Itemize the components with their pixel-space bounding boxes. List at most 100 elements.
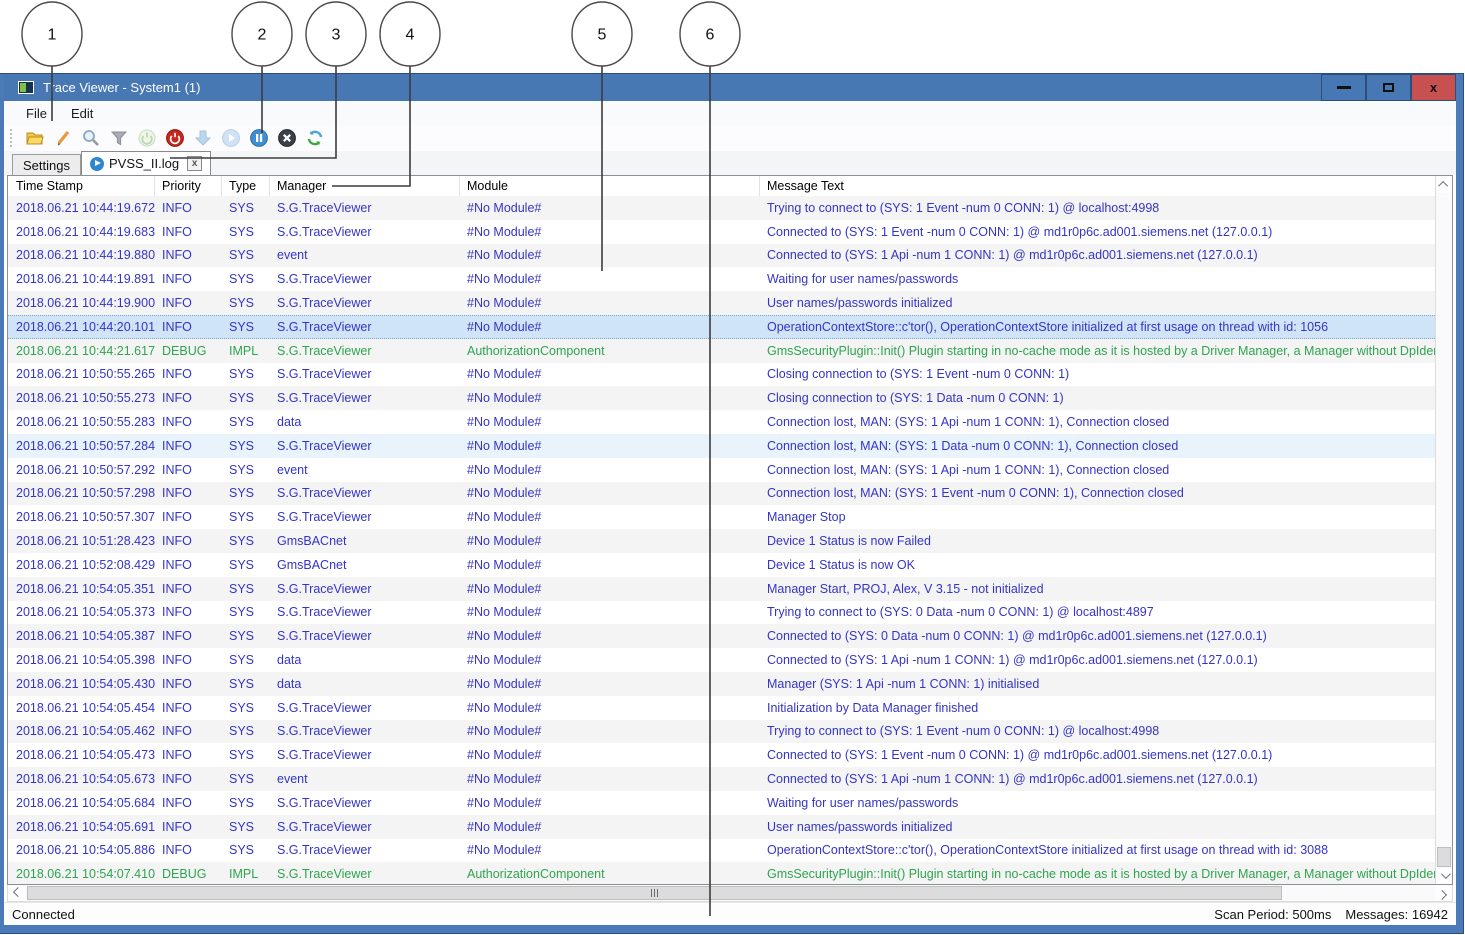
table-row[interactable]: 2018.06.21 10:54:05.684INFOSYSS.G.TraceV… <box>8 791 1435 815</box>
cell-priority: INFO <box>155 653 222 667</box>
col-header-priority[interactable]: Priority <box>155 176 222 196</box>
col-header-timestamp[interactable]: Time Stamp <box>8 176 155 196</box>
maximize-button[interactable] <box>1366 74 1411 101</box>
horizontal-scroll-thumb[interactable] <box>27 886 1282 900</box>
table-row[interactable]: 2018.06.21 10:44:19.683INFOSYSS.G.TraceV… <box>8 220 1435 244</box>
menu-file[interactable]: File <box>26 106 47 121</box>
stop-button[interactable] <box>164 128 185 149</box>
pause-button[interactable] <box>248 128 269 149</box>
table-row[interactable]: 2018.06.21 10:44:19.672INFOSYSS.G.TraceV… <box>8 196 1435 220</box>
edit-button[interactable] <box>52 128 73 149</box>
table-row[interactable]: 2018.06.21 10:50:55.265INFOSYSS.G.TraceV… <box>8 363 1435 387</box>
table-row[interactable]: 2018.06.21 10:54:05.691INFOSYSS.G.TraceV… <box>8 815 1435 839</box>
cell-manager: S.G.TraceViewer <box>270 582 460 596</box>
cell-message: Manager Stop <box>760 510 1435 524</box>
table-row[interactable]: 2018.06.21 10:54:05.351INFOSYSS.G.TraceV… <box>8 577 1435 601</box>
cell-message: Manager Start, PROJ, Alex, V 3.15 - not … <box>760 582 1435 596</box>
power-on-icon <box>137 128 157 148</box>
vertical-scrollbar[interactable] <box>1435 176 1452 884</box>
table-row[interactable]: 2018.06.21 10:54:05.454INFOSYSS.G.TraceV… <box>8 696 1435 720</box>
refresh-icon <box>305 128 325 148</box>
table-row[interactable]: 2018.06.21 10:50:57.298INFOSYSS.G.TraceV… <box>8 482 1435 506</box>
cell-message: Connected to (SYS: 0 Data -num 0 CONN: 1… <box>760 629 1435 643</box>
cell-type: SYS <box>222 225 270 239</box>
table-row[interactable]: 2018.06.21 10:54:07.410DEBUGIMPLS.G.Trac… <box>8 862 1435 884</box>
clear-button[interactable] <box>276 128 297 149</box>
cell-message: Manager (SYS: 1 Api -num 1 CONN: 1) init… <box>760 677 1435 691</box>
titlebar[interactable]: Trace Viewer - System1 (1) x <box>4 74 1456 101</box>
table-row[interactable]: 2018.06.21 10:44:19.891INFOSYSS.G.TraceV… <box>8 267 1435 291</box>
cell-message: User names/passwords initialized <box>760 296 1435 310</box>
trace-viewer-window: Trace Viewer - System1 (1) x File Edit <box>0 74 1463 933</box>
cell-module: #No Module# <box>460 605 760 619</box>
table-row[interactable]: 2018.06.21 10:50:55.283INFOSYSdata#No Mo… <box>8 410 1435 434</box>
table-row[interactable]: 2018.06.21 10:50:57.292INFOSYSevent#No M… <box>8 458 1435 482</box>
table-row[interactable]: 2018.06.21 10:50:57.307INFOSYSS.G.TraceV… <box>8 505 1435 529</box>
scroll-right-arrow[interactable] <box>1435 885 1452 901</box>
col-header-manager[interactable]: Manager <box>270 176 460 196</box>
table-row[interactable]: 2018.06.21 10:44:20.101INFOSYSS.G.TraceV… <box>8 315 1435 339</box>
vertical-scroll-track[interactable] <box>1436 193 1452 867</box>
cell-message: Connection lost, MAN: (SYS: 1 Api -num 1… <box>760 463 1435 477</box>
col-header-type[interactable]: Type <box>222 176 270 196</box>
cell-type: SYS <box>222 296 270 310</box>
cell-priority: INFO <box>155 510 222 524</box>
toolbar <box>4 125 1456 151</box>
search-button[interactable] <box>80 128 101 149</box>
table-row[interactable]: 2018.06.21 10:44:21.617DEBUGIMPLS.G.Trac… <box>8 339 1435 363</box>
table-row[interactable]: 2018.06.21 10:54:05.673INFOSYSevent#No M… <box>8 767 1435 791</box>
vertical-scroll-thumb[interactable] <box>1437 847 1451 867</box>
minimize-button[interactable] <box>1321 74 1366 101</box>
table-row[interactable]: 2018.06.21 10:44:19.900INFOSYSS.G.TraceV… <box>8 291 1435 315</box>
window-title: Trace Viewer - System1 (1) <box>43 80 201 95</box>
col-header-message[interactable]: Message Text <box>760 176 1435 196</box>
table-row[interactable]: 2018.06.21 10:51:28.423INFOSYSGmsBACnet#… <box>8 529 1435 553</box>
col-header-module[interactable]: Module <box>460 176 760 196</box>
open-icon <box>25 128 45 148</box>
scroll-down-button[interactable] <box>192 128 213 149</box>
table-row[interactable]: 2018.06.21 10:54:05.373INFOSYSS.G.TraceV… <box>8 601 1435 625</box>
table-row[interactable]: 2018.06.21 10:54:05.398INFOSYSdata#No Mo… <box>8 648 1435 672</box>
horizontal-scrollbar[interactable] <box>7 885 1453 902</box>
table-row[interactable]: 2018.06.21 10:54:05.430INFOSYSdata#No Mo… <box>8 672 1435 696</box>
filter-button[interactable] <box>108 128 129 149</box>
table-row[interactable]: 2018.06.21 10:50:55.273INFOSYSS.G.TraceV… <box>8 386 1435 410</box>
scroll-left-arrow[interactable] <box>8 885 25 901</box>
chevron-up-icon <box>1438 181 1448 191</box>
cell-module: #No Module# <box>460 510 760 524</box>
table-row[interactable]: 2018.06.21 10:52:08.429INFOSYSGmsBACnet#… <box>8 553 1435 577</box>
table-row[interactable]: 2018.06.21 10:54:05.462INFOSYSS.G.TraceV… <box>8 720 1435 744</box>
cell-manager: S.G.TraceViewer <box>270 391 460 405</box>
cell-priority: INFO <box>155 415 222 429</box>
tab-close-icon[interactable]: x <box>187 156 202 171</box>
menu-edit[interactable]: Edit <box>71 106 93 121</box>
scroll-down-arrow[interactable] <box>1436 867 1452 884</box>
resume-button[interactable] <box>220 128 241 149</box>
cell-type: SYS <box>222 272 270 286</box>
tab-pvss-log[interactable]: PVSS_II.log x <box>81 151 211 175</box>
table-row[interactable]: 2018.06.21 10:54:05.473INFOSYSS.G.TraceV… <box>8 743 1435 767</box>
table-row[interactable]: 2018.06.21 10:54:05.886INFOSYSS.G.TraceV… <box>8 839 1435 863</box>
cell-module: #No Module# <box>460 463 760 477</box>
table-row[interactable]: 2018.06.21 10:50:57.284INFOSYSS.G.TraceV… <box>8 434 1435 458</box>
table-row[interactable]: 2018.06.21 10:44:19.880INFOSYSevent#No M… <box>8 244 1435 268</box>
scroll-up-arrow[interactable] <box>1436 176 1452 193</box>
cell-message: Waiting for user names/passwords <box>760 796 1435 810</box>
cell-timestamp: 2018.06.21 10:54:05.398 <box>8 653 155 667</box>
cell-module: #No Module# <box>460 415 760 429</box>
table-row[interactable]: 2018.06.21 10:54:05.387INFOSYSS.G.TraceV… <box>8 624 1435 648</box>
cell-module: #No Module# <box>460 701 760 715</box>
cell-type: SYS <box>222 320 270 334</box>
refresh-button[interactable] <box>304 128 325 149</box>
cell-module: #No Module# <box>460 367 760 381</box>
open-button[interactable] <box>24 128 45 149</box>
cell-manager: S.G.TraceViewer <box>270 629 460 643</box>
tab-settings[interactable]: Settings <box>12 154 81 175</box>
cell-timestamp: 2018.06.21 10:44:19.880 <box>8 248 155 262</box>
start-button[interactable] <box>136 128 157 149</box>
cell-timestamp: 2018.06.21 10:54:05.684 <box>8 796 155 810</box>
cell-timestamp: 2018.06.21 10:54:05.691 <box>8 820 155 834</box>
horizontal-scroll-track[interactable] <box>25 885 1435 901</box>
close-button[interactable]: x <box>1411 74 1456 101</box>
callout-number-5: 5 <box>598 27 607 44</box>
